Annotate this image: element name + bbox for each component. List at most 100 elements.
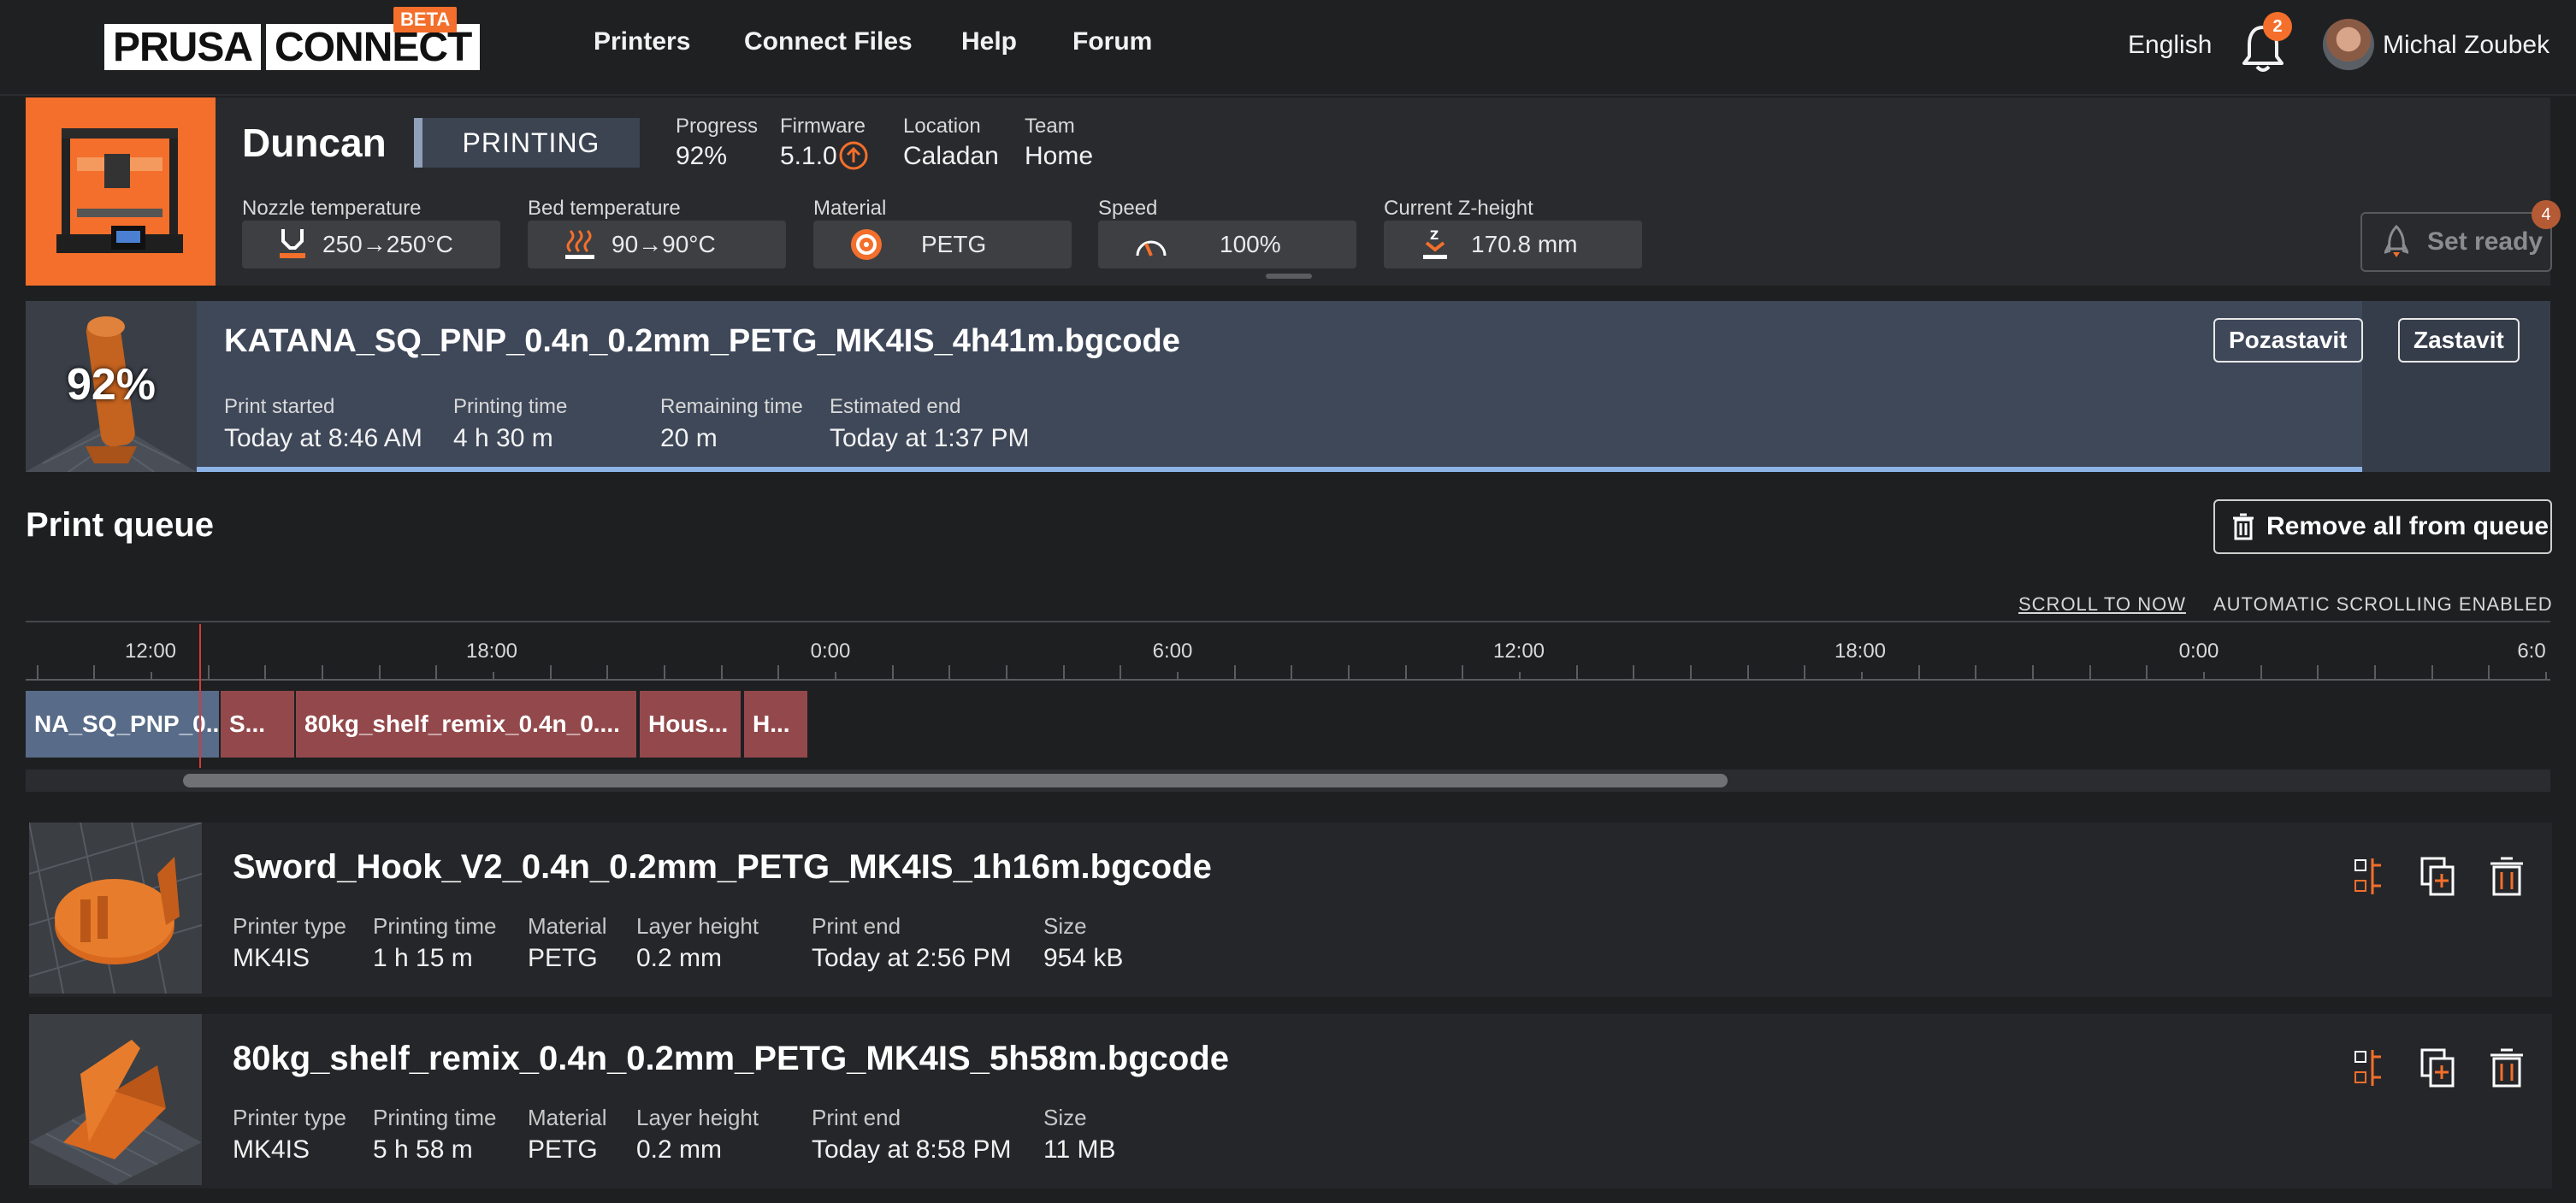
set-ready-button[interactable]: Set ready	[2360, 212, 2552, 272]
trash-icon[interactable]	[2487, 855, 2526, 898]
queue-block[interactable]: S...	[221, 691, 294, 758]
timeline-now-marker	[199, 624, 201, 768]
printing-time-value: 1 h 15 m	[373, 944, 473, 972]
size-value: 954 kB	[1043, 944, 1124, 972]
printer-type-label: Printer type	[233, 1105, 346, 1130]
z-height-pill[interactable]: Z 170.8 mm	[1384, 221, 1642, 268]
copy-icon[interactable]	[2419, 855, 2458, 898]
location-value: Caladan	[903, 142, 999, 170]
notification-count-badge: 2	[2263, 12, 2292, 41]
svg-text:Z: Z	[1430, 229, 1439, 243]
bed-temp-value: 90→90°C	[612, 231, 716, 257]
scroll-to-now-link[interactable]: SCROLL TO NOW	[2018, 593, 2186, 616]
firmware-update-icon[interactable]	[838, 140, 869, 171]
print-end-value: Today at 8:58 PM	[812, 1135, 1012, 1164]
beta-badge: BETA	[393, 7, 458, 32]
sword-hook-model-preview	[29, 823, 202, 994]
avatar[interactable]	[2323, 19, 2374, 70]
layer-height-label: Layer height	[636, 1105, 759, 1130]
bed-heat-icon	[565, 229, 594, 259]
copy-icon[interactable]	[2419, 1047, 2458, 1089]
progress-label: Progress	[676, 115, 759, 138]
layer-height-value: 0.2 mm	[636, 1135, 723, 1164]
nav-connect-files[interactable]: Connect Files	[744, 27, 913, 56]
rocket-icon	[2384, 225, 2408, 257]
queue-item-name[interactable]: 80kg_shelf_remix_0.4n_0.2mm_PETG_MK4IS_5…	[233, 1040, 1229, 1078]
printing-time-label: Printing time	[373, 913, 497, 939]
stop-button[interactable]: Zastavit	[2398, 318, 2520, 363]
trash-icon[interactable]	[2487, 1047, 2526, 1089]
remove-all-label: Remove all from queue	[2266, 512, 2549, 540]
queue-block[interactable]: H...	[744, 691, 807, 758]
z-height-value: 170.8 mm	[1471, 231, 1578, 257]
queue-item-thumbnail	[29, 1014, 202, 1185]
print-started-value: Today at 8:46 AM	[224, 424, 422, 452]
z-height-icon: Z	[1423, 229, 1447, 259]
remove-all-from-queue-button[interactable]: Remove all from queue	[2213, 499, 2552, 554]
pause-button[interactable]: Pozastavit	[2213, 318, 2363, 363]
logo-prusa: PRUSA	[104, 24, 262, 70]
job-percent: 92%	[66, 360, 157, 410]
filament-spool-icon	[851, 229, 882, 260]
material-label: Material	[528, 1105, 607, 1130]
progress-value: 92%	[676, 142, 728, 170]
queue-item-name[interactable]: Sword_Hook_V2_0.4n_0.2mm_PETG_MK4IS_1h16…	[233, 848, 1212, 887]
speedometer-icon	[1136, 240, 1167, 257]
language-selector[interactable]: English	[2128, 31, 2212, 60]
print-started-label: Print started	[224, 395, 335, 418]
printer-type-value: MK4IS	[233, 1135, 310, 1164]
team-value: Home	[1025, 142, 1094, 170]
nozzle-icon	[280, 229, 305, 258]
printing-time-value: 5 h 58 m	[373, 1135, 473, 1164]
printer-type-value: MK4IS	[233, 944, 310, 972]
layer-height-label: Layer height	[636, 913, 759, 939]
layer-height-value: 0.2 mm	[636, 944, 723, 972]
material-value: PETG	[921, 231, 987, 257]
shelf-model-preview	[29, 1040, 202, 1185]
nav-help[interactable]: Help	[961, 27, 1017, 56]
size-value: 11 MB	[1043, 1135, 1116, 1164]
user-name[interactable]: Michal Zoubek	[2383, 31, 2549, 60]
nav-forum[interactable]: Forum	[1072, 27, 1152, 56]
timeline-axis	[26, 679, 2550, 681]
queue-item-thumbnail	[29, 823, 202, 994]
z-height-label: Current Z-height	[1384, 197, 1533, 220]
size-label: Size	[1043, 913, 1087, 939]
panel-drag-handle[interactable]	[1266, 274, 1312, 279]
team-label: Team	[1025, 115, 1075, 138]
nozzle-temp-pill[interactable]: 250→250°C	[242, 221, 500, 268]
printer-state-badge: PRINTING	[414, 118, 640, 168]
automatic-scrolling-status: AUTOMATIC SCROLLING ENABLED	[2213, 593, 2553, 615]
bed-temp-pill[interactable]: 90→90°C	[528, 221, 786, 268]
remaining-time-value: 20 m	[660, 424, 718, 452]
timeline-label: 0:00	[810, 640, 851, 663]
reorder-icon[interactable]	[2350, 855, 2390, 898]
material-value: PETG	[528, 1135, 598, 1164]
list-item[interactable]: Sword_Hook_V2_0.4n_0.2mm_PETG_MK4IS_1h16…	[29, 823, 2552, 997]
job-file-name: KATANA_SQ_PNP_0.4n_0.2mm_PETG_MK4IS_4h41…	[224, 323, 1180, 359]
speed-value: 100%	[1220, 231, 1281, 257]
firmware-value: 5.1.0	[780, 142, 837, 170]
nav-printers[interactable]: Printers	[594, 27, 690, 56]
print-end-label: Print end	[812, 913, 901, 939]
material-label: Material	[813, 197, 887, 220]
queue-block[interactable]: Hous...	[640, 691, 741, 758]
material-pill[interactable]: PETG	[813, 221, 1072, 268]
job-progress-bar	[197, 467, 2362, 472]
material-label: Material	[528, 913, 607, 939]
nozzle-temp-value: 250→250°C	[322, 231, 453, 257]
print-queue-title: Print queue	[26, 506, 215, 544]
list-item[interactable]: 80kg_shelf_remix_0.4n_0.2mm_PETG_MK4IS_5…	[29, 1014, 2552, 1188]
timeline-scrollbar-thumb[interactable]	[183, 774, 1728, 787]
timeline-label: 18:00	[465, 640, 518, 663]
printing-time-label: Printing time	[453, 395, 568, 418]
printer-type-label: Printer type	[233, 913, 346, 939]
printer-name: Duncan	[242, 121, 387, 165]
set-ready-label: Set ready	[2427, 227, 2544, 256]
queue-block[interactable]: 80kg_shelf_remix_0.4n_0....	[296, 691, 636, 758]
queue-block-current[interactable]: NA_SQ_PNP_0....	[26, 691, 219, 758]
trash-icon	[2233, 513, 2254, 540]
print-end-value: Today at 2:56 PM	[812, 944, 1012, 972]
reorder-icon[interactable]	[2350, 1047, 2390, 1089]
speed-pill[interactable]: 100%	[1098, 221, 1356, 268]
